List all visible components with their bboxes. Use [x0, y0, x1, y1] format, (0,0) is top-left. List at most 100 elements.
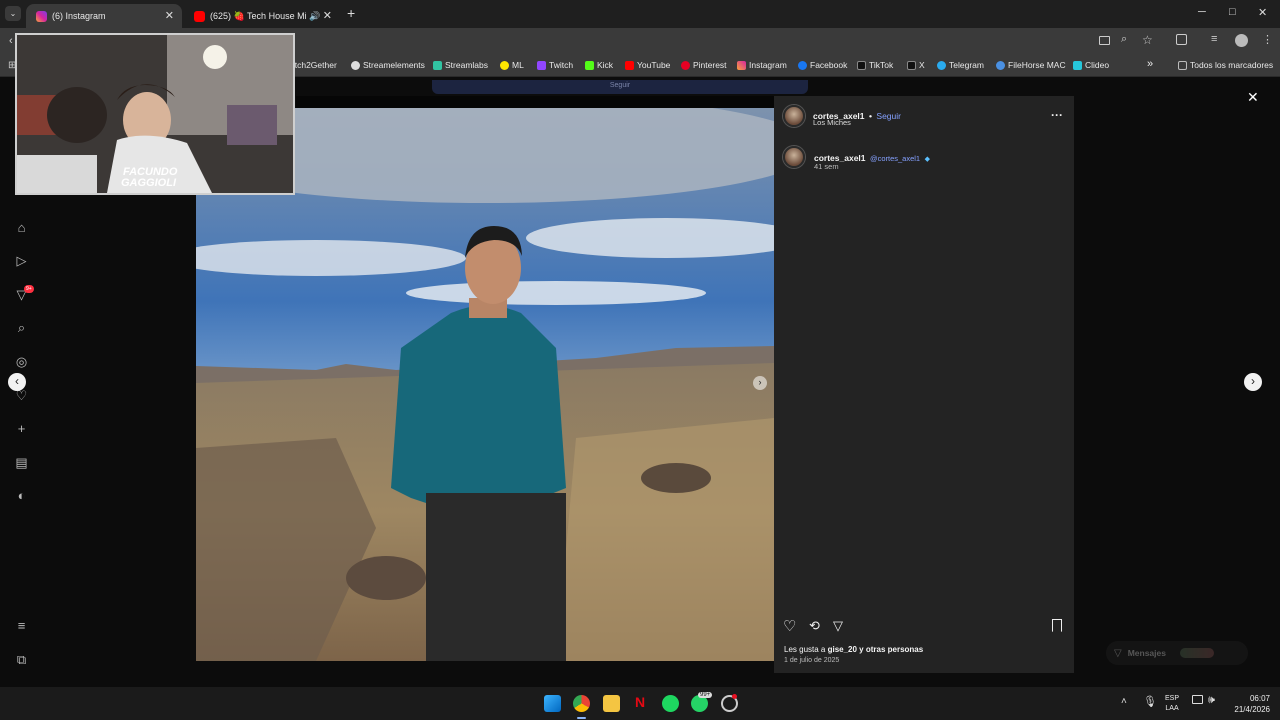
speaker-icon[interactable]: 🔊 [309, 11, 320, 22]
repost-icon[interactable]: ⟲ [809, 618, 820, 634]
bookmark-pinterest[interactable]: Pinterest [681, 60, 727, 70]
likes-line: Les gusta a gise_20 y otras personas [784, 645, 923, 654]
streamlabs-icon [433, 60, 442, 70]
pinterest-icon [681, 60, 690, 70]
more-options-icon[interactable]: ··· [1051, 108, 1063, 122]
folder-icon [1178, 60, 1187, 70]
profile-icon[interactable]: ◐ [14, 488, 29, 503]
diamond-icon: ◆ [924, 156, 930, 163]
home-icon[interactable]: ⌂ [14, 220, 29, 235]
bookmark-label: atch2Gether [290, 60, 337, 70]
bookmark-label: Pinterest [693, 60, 727, 70]
bookmark-label: FileHorse MAC [1008, 60, 1066, 70]
create-icon[interactable]: + [14, 421, 29, 436]
bookmark-telegram[interactable]: Telegram [937, 60, 984, 70]
explore-icon[interactable]: ◎ [14, 354, 29, 369]
bookmark-label: Facebook [810, 60, 848, 70]
separator-dot: • [868, 111, 872, 121]
bookmark-label: ML [512, 60, 524, 70]
netflix-icon[interactable]: N [635, 694, 645, 710]
next-post-icon[interactable]: › [1244, 373, 1262, 391]
also-from-meta-icon[interactable]: ⧉ [14, 652, 29, 667]
windows-start-icon[interactable] [544, 695, 561, 712]
previous-post-icon[interactable]: ‹ [8, 373, 26, 391]
clock-date: 21/4/2026 [1234, 705, 1270, 714]
windows-taskbar: N 99+ ˄ 🎙 ESP LAA 🕪 06:07 21/4/2026 [0, 687, 1280, 720]
extensions-icon[interactable] [1176, 34, 1187, 45]
volume-icon[interactable]: 🕪 [1208, 694, 1215, 707]
bookmark-youtube[interactable]: YouTube [625, 60, 670, 70]
keyboard-layout: LAA [1165, 705, 1179, 712]
bookmark-streamelements[interactable]: Streamelements [351, 60, 425, 70]
likes-user[interactable]: gise_20 [828, 645, 857, 654]
network-icon[interactable] [1192, 695, 1203, 704]
chrome-icon[interactable] [573, 695, 590, 712]
maximize-button[interactable]: □ [1229, 6, 1236, 18]
bookmark-ml[interactable]: ML [500, 60, 524, 70]
chat-avatars [1179, 648, 1214, 658]
likes-suffix[interactable]: y otras personas [857, 645, 923, 654]
bookmark-instagram[interactable]: Instagram [737, 60, 787, 70]
bookmark-x[interactable]: X [907, 60, 925, 70]
youtube-icon [194, 10, 205, 22]
all-bookmarks-folder[interactable]: Todos los marcadores [1178, 60, 1273, 70]
spotify-icon[interactable] [662, 695, 679, 712]
zoom-icon[interactable]: ⌕ [1121, 33, 1127, 46]
close-tab-icon[interactable]: ✕ [323, 9, 332, 22]
follow-button[interactable]: Seguir [876, 111, 901, 121]
media-controls-icon[interactable]: ≡ [1211, 33, 1217, 45]
photo-top-strip [296, 96, 774, 108]
author-avatar[interactable] [783, 105, 805, 127]
microphone-icon[interactable]: 🎙 [1143, 695, 1157, 708]
bookmark-twitch[interactable]: Twitch [537, 60, 573, 70]
dashboard-icon[interactable]: ▤ [14, 455, 29, 470]
language-indicator[interactable]: ESP LAA [1165, 694, 1179, 714]
new-tab-button[interactable]: + [347, 5, 355, 21]
bookmark-kick[interactable]: Kick [585, 60, 613, 70]
carousel-next-icon[interactable]: › [753, 376, 767, 390]
reels-icon[interactable]: ▷ [14, 253, 29, 268]
facebook-icon [798, 60, 807, 70]
filehorse-icon [996, 60, 1005, 70]
bookmark-filehorse[interactable]: FileHorse MAC [996, 60, 1066, 70]
bookmark-star-icon[interactable]: ☆ [1142, 33, 1153, 47]
install-app-icon[interactable] [1099, 36, 1110, 45]
bookmarks-overflow-button[interactable]: » [1147, 58, 1153, 70]
messages-button[interactable]: ▽ Mensajes [1106, 641, 1248, 665]
bookmark-streamlabs[interactable]: Streamlabs [433, 60, 488, 70]
minimize-button[interactable]: ─ [1198, 6, 1206, 18]
menu-icon[interactable]: ⋮ [1262, 33, 1273, 46]
post-location[interactable]: Los Miches [813, 118, 851, 127]
back-icon[interactable]: ‹ [9, 35, 13, 47]
heart-outline-icon[interactable]: ♡ [783, 617, 796, 635]
follow-label: Seguir [609, 82, 631, 89]
likes-prefix: Les gusta a [784, 645, 828, 654]
bookmark-facebook[interactable]: Facebook [798, 60, 847, 70]
more-menu-icon[interactable]: ≡ [14, 618, 29, 633]
close-window-button[interactable]: ✕ [1258, 6, 1267, 19]
language-code: ESP [1165, 695, 1180, 702]
file-explorer-icon[interactable] [603, 695, 620, 712]
bookmark-tiktok[interactable]: TikTok [857, 60, 893, 70]
close-tab-icon[interactable]: ✕ [165, 9, 174, 22]
caption-mention[interactable]: @cortes_axel1 [870, 154, 920, 163]
tab-instagram[interactable]: (6) Instagram ✕ [26, 4, 182, 28]
profile-avatar[interactable] [1235, 34, 1248, 47]
show-hidden-icons[interactable]: ˄ [1121, 696, 1127, 707]
tab-search-icon[interactable]: ⌄ [5, 6, 21, 21]
youtube-icon [625, 60, 634, 70]
messages-label: Mensajes [1127, 648, 1166, 658]
twitch-icon [537, 60, 546, 70]
post-date: 1 de julio de 2025 [784, 657, 840, 664]
bookmark-clideo[interactable]: Clideo [1073, 60, 1109, 70]
tab-youtube[interactable]: (625) 🍓 Tech House Mix | 🔊 ✕ [184, 4, 340, 28]
save-bookmark-icon[interactable] [1052, 619, 1062, 632]
instagram-icon [737, 60, 746, 70]
close-modal-icon[interactable]: ✕ [1247, 89, 1259, 106]
bookmark-watch2gether[interactable]: atch2Gether [290, 60, 337, 70]
search-icon[interactable]: ⌕ [14, 320, 29, 335]
share-icon[interactable]: ▽ [833, 618, 843, 634]
caption-avatar[interactable] [783, 146, 805, 168]
clock[interactable]: 06:07 21/4/2026 [1226, 693, 1270, 715]
background-follow-button[interactable]: Seguir [432, 80, 808, 94]
